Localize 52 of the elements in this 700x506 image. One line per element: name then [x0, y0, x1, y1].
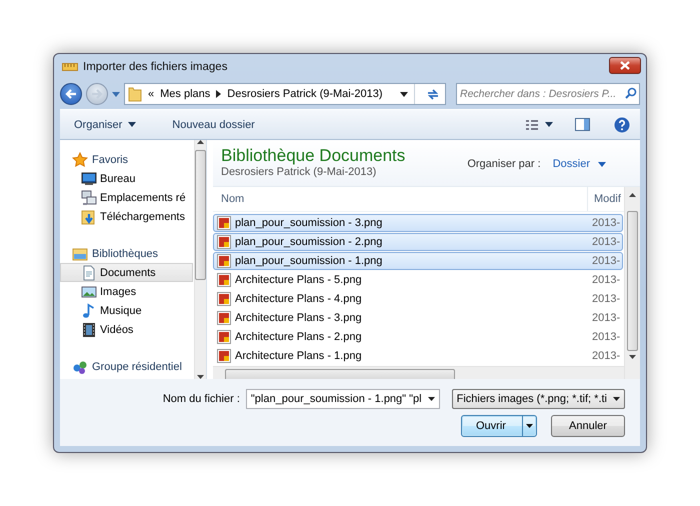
address-bar[interactable]: « Mes plans Desrosiers Patrick (9-Mai-2013)	[124, 83, 446, 105]
modified-date: 2013-	[591, 312, 622, 324]
arrange-label: Organiser par :	[467, 158, 541, 170]
modified-date: 2013-	[591, 350, 622, 362]
arrange-dropdown[interactable]: Dossier	[552, 158, 606, 170]
sidebar-item[interactable]: Musique	[60, 301, 193, 320]
column-header[interactable]: Nom	[213, 193, 587, 205]
sidebar-item[interactable]: Téléchargements	[60, 207, 193, 226]
file-type-dropdown[interactable]: Fichiers images (*.png; *.tif; *.ti	[452, 389, 625, 409]
sidebar-item[interactable]: Images	[60, 282, 193, 301]
search-field[interactable]: Rechercher dans : Desrosiers P...	[456, 83, 640, 105]
file-name: plan_pour_soumission - 2.png	[235, 236, 382, 248]
file-name: Architecture Plans - 1.png	[235, 350, 362, 362]
organise-menu[interactable]: Organiser	[68, 116, 142, 134]
file-name: Architecture Plans - 4.png	[235, 293, 362, 305]
modified-date: 2013-	[591, 274, 622, 286]
sidebar-item[interactable]: Bureau	[60, 169, 193, 188]
sidebar-group[interactable]: Groupe résidentiel	[60, 357, 194, 376]
modified-date: 2013-	[591, 293, 622, 305]
overflow-chevron[interactable]: «	[148, 88, 154, 100]
sidebar-item[interactable]: Documents	[60, 263, 193, 282]
new-folder-button[interactable]: Nouveau dossier	[166, 116, 261, 134]
file-row[interactable]: plan_pour_soumission - 3.png 2013-	[213, 214, 623, 232]
file-name-field[interactable]: "plan_pour_soumission - 1.png" "pl	[246, 389, 440, 409]
sidebar-group[interactable]: Bibliothèques	[60, 244, 194, 263]
breadcrumb[interactable]: Mes plans	[160, 88, 210, 100]
cancel-button[interactable]: Annuler	[551, 415, 625, 437]
file-row[interactable]: plan_pour_soumission - 1.png 2013-	[213, 252, 623, 270]
file-name-label: Nom du fichier :	[162, 393, 240, 405]
file-name: Architecture Plans - 3.png	[235, 312, 362, 324]
file-row[interactable]: plan_pour_soumission - 2.png 2013-	[213, 233, 623, 251]
file-row[interactable]: Architecture Plans - 4.png 2013-	[213, 290, 623, 308]
sidebar-item[interactable]: Emplacements ré	[60, 188, 193, 207]
file-name: Architecture Plans - 5.png	[235, 274, 362, 286]
file-name: plan_pour_soumission - 3.png	[235, 217, 382, 229]
file-row[interactable]: Architecture Plans - 3.png 2013-	[213, 309, 623, 327]
file-name: Architecture Plans - 2.png	[235, 331, 362, 343]
breadcrumb[interactable]: Desrosiers Patrick (9-Mai-2013)	[227, 88, 383, 100]
modified-date: 2013-	[591, 331, 622, 343]
file-row[interactable]: Architecture Plans - 2.png 2013-	[213, 328, 623, 346]
open-button[interactable]: Ouvrir	[461, 415, 537, 437]
window-title: Importer des fichiers images	[83, 60, 228, 72]
file-row[interactable]: Architecture Plans - 1.png 2013-	[213, 347, 623, 365]
library-subtitle: Desrosiers Patrick (9-Mai-2013)	[221, 166, 378, 178]
modified-date: 2013-	[591, 217, 622, 229]
modified-date: 2013-	[591, 236, 622, 248]
modified-date: 2013-	[591, 255, 622, 267]
library-title: Bibliothèque Documents	[221, 146, 406, 166]
file-row[interactable]: Architecture Plans - 5.png 2013-	[213, 271, 623, 289]
sidebar-group[interactable]: Favoris	[60, 150, 194, 169]
file-name: plan_pour_soumission - 1.png	[235, 255, 382, 267]
sidebar-item[interactable]: Vidéos	[60, 320, 193, 339]
